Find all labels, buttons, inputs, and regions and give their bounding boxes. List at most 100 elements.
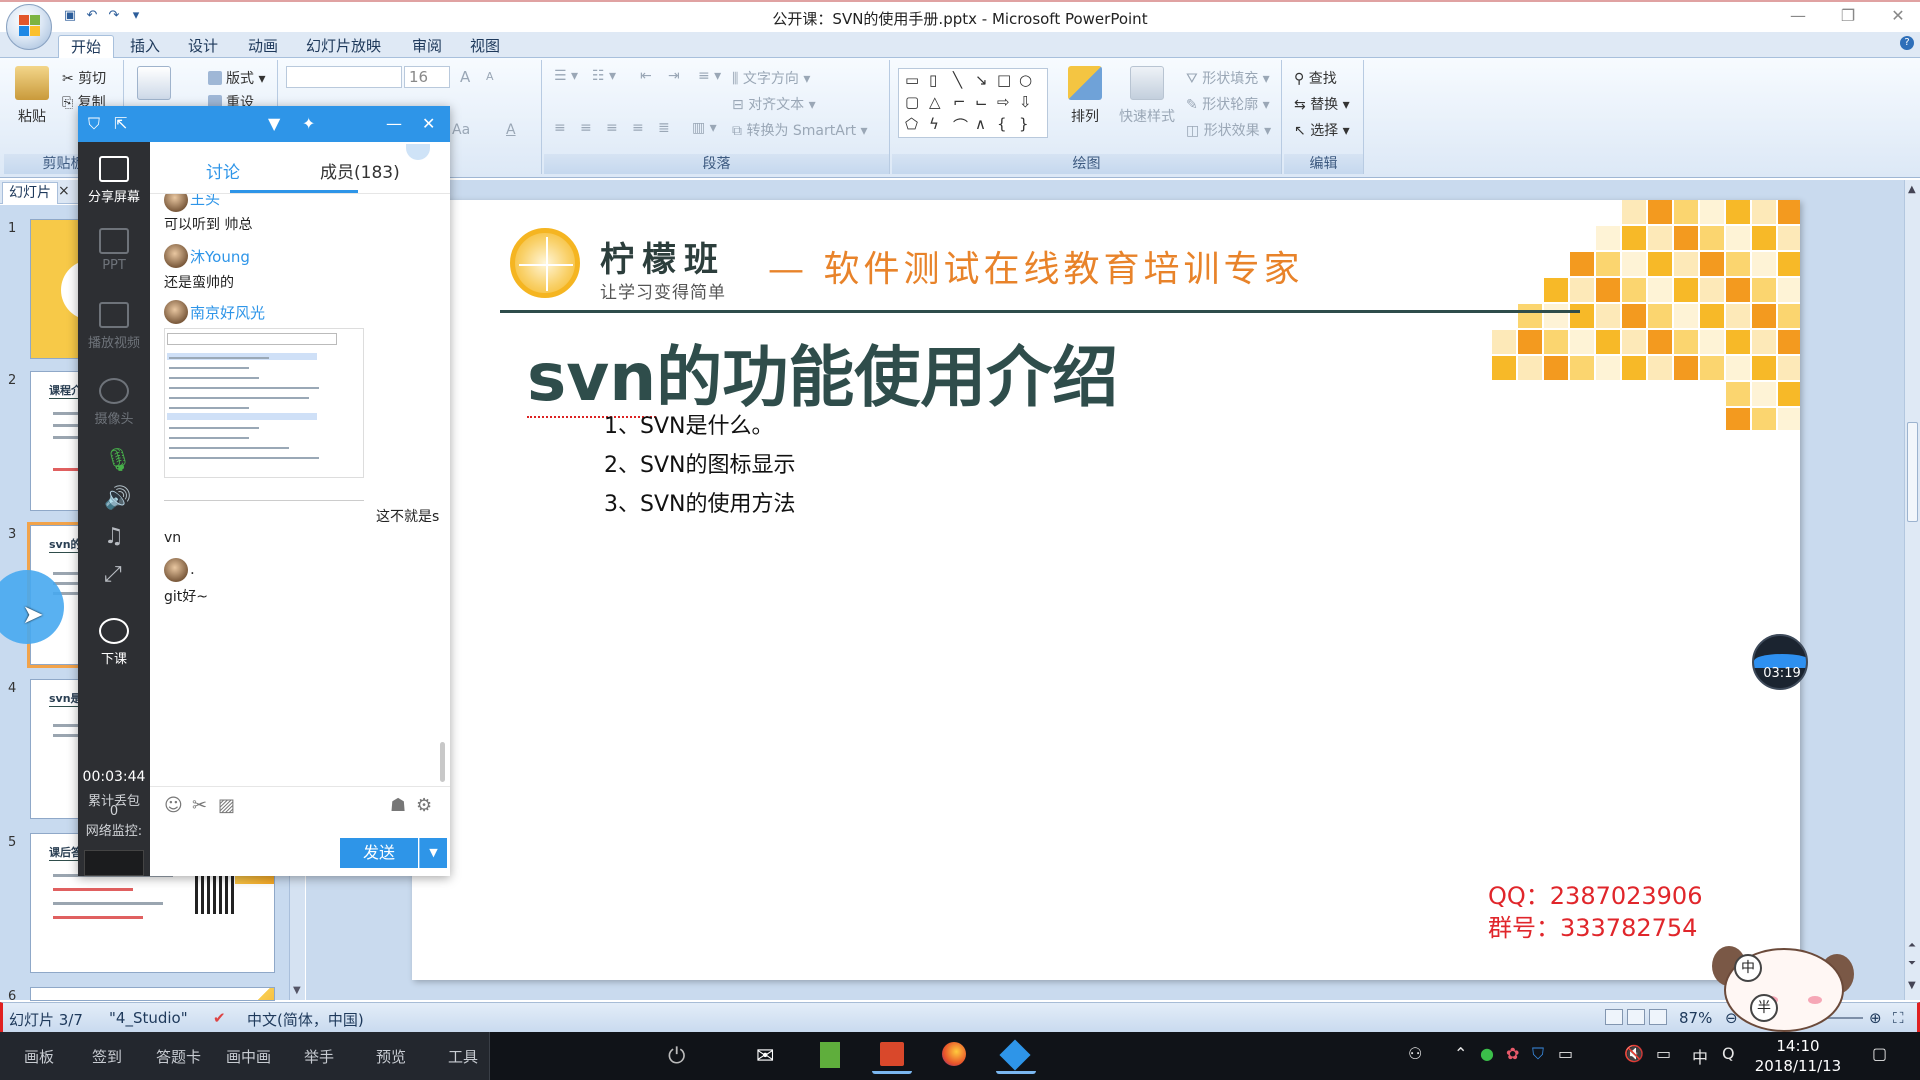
message-author[interactable]: . bbox=[190, 560, 195, 578]
share-screen-button[interactable]: 分享屏幕 bbox=[78, 156, 150, 205]
freeform-shape-icon[interactable]: ∧ bbox=[975, 115, 986, 133]
zoom-level[interactable]: 87% bbox=[1679, 1009, 1712, 1027]
columns-button[interactable]: ▥ ▾ bbox=[692, 120, 717, 136]
font-name-select[interactable] bbox=[286, 66, 402, 88]
prev-slide-icon[interactable]: ⏶ bbox=[1908, 940, 1916, 951]
brace-right-shape-icon[interactable]: } bbox=[1019, 115, 1029, 133]
change-case-button[interactable]: Aa bbox=[452, 122, 470, 138]
tab-view[interactable]: 视图 bbox=[458, 35, 512, 58]
volume-muted-icon[interactable]: 🔇 bbox=[1624, 1044, 1644, 1063]
bullets-button[interactable]: ☰ ▾ bbox=[554, 68, 578, 84]
normal-view-button[interactable] bbox=[1605, 1009, 1623, 1025]
align-left-button[interactable]: ≡ bbox=[554, 120, 566, 136]
select-button[interactable]: ↖ 选择 ▾ bbox=[1294, 120, 1350, 140]
tab-slideshow[interactable]: 幻灯片放映 bbox=[294, 35, 393, 58]
send-options-icon[interactable]: ▼ bbox=[419, 838, 447, 868]
slide-canvas[interactable]: 柠檬班 让学习变得简单 — 软件测试在线教育培训专家 svn的功能使用介绍 1、… bbox=[412, 200, 1800, 980]
slide-title[interactable]: svn的功能使用介绍 bbox=[527, 324, 1118, 420]
recording-timer-bubble[interactable]: 03:19 bbox=[1752, 634, 1808, 690]
gear-icon[interactable]: ⚙ bbox=[416, 795, 432, 816]
message-author[interactable]: 南京好风光 bbox=[190, 302, 265, 323]
restore-button[interactable]: ❐ bbox=[1840, 6, 1856, 25]
tool-preview[interactable]: 预览 bbox=[376, 1046, 406, 1067]
fit-window-icon[interactable]: ⛶ bbox=[1893, 1009, 1904, 1027]
vtextbox-shape-icon[interactable]: ▯ bbox=[929, 71, 937, 89]
align-right-button[interactable]: ≡ bbox=[606, 120, 618, 136]
user-settings-icon[interactable]: ☗ bbox=[390, 795, 406, 816]
shape-fill-button[interactable]: ⛛ 形状填充 ▾ bbox=[1186, 68, 1270, 88]
numbering-button[interactable]: ☷ ▾ bbox=[592, 68, 616, 84]
ime-halfwidth-icon[interactable]: 半 bbox=[1750, 994, 1778, 1022]
align-text-button[interactable]: ⊟ 对齐文本 ▾ bbox=[732, 94, 816, 114]
smartart-button[interactable]: ⧉ 转换为 SmartArt ▾ bbox=[732, 120, 868, 140]
tool-checkin[interactable]: 签到 bbox=[92, 1046, 122, 1067]
security-icon[interactable]: ⛉ bbox=[1532, 1044, 1544, 1064]
shape-effects-button[interactable]: ◫ 形状效果 ▾ bbox=[1186, 120, 1271, 140]
tool-pip[interactable]: 画中画 bbox=[226, 1046, 271, 1067]
dropdown-icon[interactable]: ▼ bbox=[268, 114, 280, 133]
pentagon-shape-icon[interactable]: ⬠ bbox=[905, 115, 918, 133]
tool-tools[interactable]: 工具 bbox=[448, 1046, 478, 1067]
paste-button[interactable]: 粘贴 bbox=[12, 66, 52, 126]
ime-chinese-icon[interactable]: 中 bbox=[1734, 954, 1762, 982]
power-icon[interactable]: ⏻ bbox=[668, 1044, 685, 1069]
classroom-app-icon[interactable] bbox=[996, 1038, 1036, 1074]
right-arrow-shape-icon[interactable]: ⇨ bbox=[997, 93, 1010, 111]
close-icon[interactable]: ✕ bbox=[422, 114, 435, 133]
shrink-font-button[interactable]: A bbox=[486, 70, 494, 83]
textbox-shape-icon[interactable]: ▭ bbox=[905, 71, 919, 89]
tab-home[interactable]: 开始 bbox=[58, 35, 115, 58]
language[interactable]: 中文(简体，中国) bbox=[247, 1009, 364, 1030]
arrow-line-shape-icon[interactable]: ↘ bbox=[975, 71, 988, 89]
spelling-icon[interactable]: ✔ bbox=[213, 1009, 226, 1027]
wechat-icon[interactable]: ● bbox=[1480, 1044, 1494, 1063]
tab-design[interactable]: 设计 bbox=[176, 35, 230, 58]
layout-button[interactable]: 版式 ▾ bbox=[208, 68, 265, 88]
theme-name[interactable]: "4_Studio" bbox=[109, 1009, 188, 1027]
fullscreen-icon[interactable]: ⤢ bbox=[104, 562, 122, 587]
ime-indicator[interactable]: 中 bbox=[1692, 1044, 1708, 1068]
next-slide-icon[interactable]: ⏷ bbox=[1908, 958, 1916, 969]
arrange-button[interactable]: 排列 bbox=[1064, 66, 1106, 126]
editor-vertical-scrollbar[interactable]: ▲ ⏶ ⏷ ▼ bbox=[1904, 180, 1920, 1000]
connector-shape-icon[interactable]: ⌙ bbox=[975, 93, 988, 111]
panel-close-icon[interactable]: × bbox=[58, 183, 72, 199]
camera-button[interactable]: 摄像头 bbox=[78, 378, 150, 427]
close-button[interactable]: ✕ bbox=[1890, 6, 1906, 25]
tool-whiteboard[interactable]: 画板 bbox=[24, 1046, 54, 1067]
mail-app-icon[interactable]: ✉ bbox=[748, 1038, 788, 1074]
slideshow-view-button[interactable] bbox=[1649, 1009, 1667, 1025]
music-icon[interactable]: ♫ bbox=[104, 524, 124, 549]
elbow-shape-icon[interactable]: ⌐ bbox=[953, 93, 966, 111]
line-spacing-button[interactable]: ≡ ▾ bbox=[698, 68, 721, 84]
increase-indent-button[interactable]: ⇥ bbox=[668, 68, 680, 84]
battery-icon[interactable]: ▭ bbox=[1558, 1044, 1573, 1063]
play-video-button[interactable]: 播放视频 bbox=[78, 302, 150, 351]
image-icon[interactable]: ▨ bbox=[218, 795, 235, 816]
zoom-in-icon[interactable]: ⊕ bbox=[1869, 1009, 1882, 1027]
find-button[interactable]: ⚲ 查找 bbox=[1294, 68, 1337, 88]
tray-expand-icon[interactable]: ⌃ bbox=[1454, 1044, 1467, 1063]
tab-animations[interactable]: 动画 bbox=[236, 35, 290, 58]
minimize-button[interactable]: — bbox=[1790, 6, 1806, 25]
message-screenshot-image[interactable] bbox=[164, 328, 364, 478]
grow-font-button[interactable]: A bbox=[460, 68, 470, 86]
share-icon[interactable]: ⇱ bbox=[114, 114, 127, 133]
people-icon[interactable]: ⚇ bbox=[1408, 1044, 1422, 1063]
message-author[interactable]: 王头 bbox=[190, 194, 220, 209]
brace-left-shape-icon[interactable]: { bbox=[997, 115, 1007, 133]
tab-insert[interactable]: 插入 bbox=[118, 35, 172, 58]
scissors-icon[interactable]: ✂ bbox=[192, 795, 207, 816]
line-shape-icon[interactable]: ╲ bbox=[953, 71, 962, 89]
slide-sorter-button[interactable] bbox=[1627, 1009, 1645, 1025]
shield-icon[interactable]: ⛉ bbox=[88, 114, 100, 134]
contact-box[interactable]: QQ：2387023906 群号：333782754 bbox=[1488, 880, 1702, 944]
rectangle-shape-icon[interactable]: □ bbox=[997, 71, 1011, 89]
tab-slides[interactable]: 幻灯片 bbox=[2, 182, 58, 204]
tab-review[interactable]: 审阅 bbox=[400, 35, 454, 58]
office-button[interactable] bbox=[6, 4, 52, 50]
message-screenshot-strip[interactable] bbox=[164, 500, 364, 524]
quick-styles-button[interactable]: 快速样式 bbox=[1114, 66, 1180, 126]
powerpoint-app-icon[interactable] bbox=[872, 1038, 912, 1074]
notification-icon[interactable]: ▢ bbox=[1872, 1044, 1887, 1063]
